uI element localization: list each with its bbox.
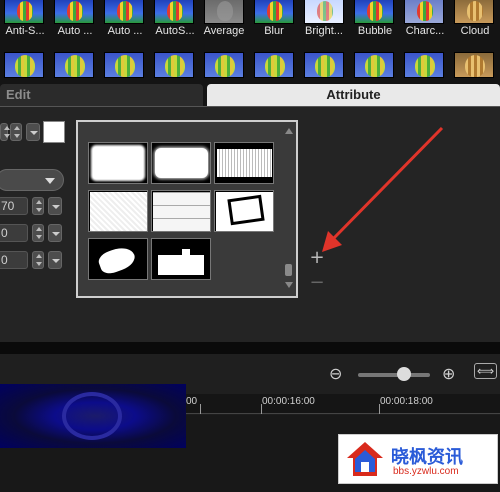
red-arrow-annotation: [322, 126, 444, 252]
